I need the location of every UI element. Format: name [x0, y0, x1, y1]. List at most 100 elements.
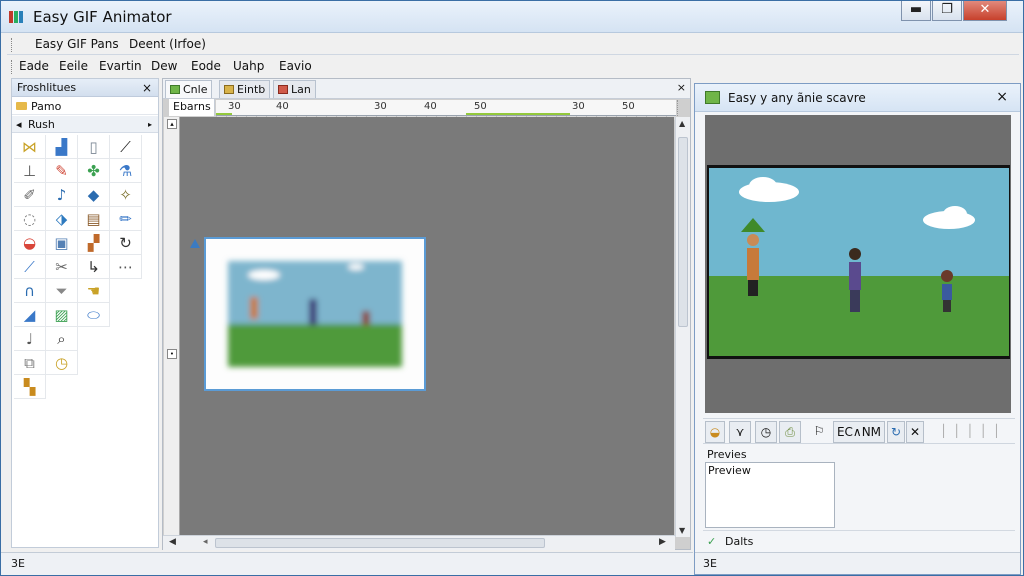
rotate-tool-icon[interactable]: ↻ [110, 231, 142, 255]
pane-row[interactable]: Pamo [12, 98, 158, 115]
toolbar-grip[interactable] [11, 38, 14, 52]
scroll-down-icon[interactable]: ▼ [679, 526, 685, 535]
preview-clock-icon[interactable]: ◷ [755, 421, 777, 443]
preview-trim-icon[interactable]: ⋎ [729, 421, 751, 443]
bucket-tool-icon[interactable]: ⬭ [78, 303, 110, 327]
frames-tool-icon[interactable]: ▚ [14, 375, 46, 399]
knife-tool-icon[interactable]: ⟋ [14, 255, 46, 279]
preview-status-text: 3E [703, 557, 717, 570]
eraser-tool-icon[interactable]: ◢ [14, 303, 46, 327]
marker-icon[interactable]: • [167, 349, 177, 359]
top-toolbar: Easy GIF Pans Deent (Irfoe) [7, 35, 1019, 55]
preview-controls-button[interactable]: EC∧NM [833, 421, 885, 443]
toolbar-item-deent[interactable]: Deent (Irfoe) [129, 37, 206, 51]
timer-tool-icon[interactable]: ◷ [46, 351, 78, 375]
editing-canvas[interactable]: ▴ • [164, 117, 674, 537]
toolbar-item-pans[interactable]: Easy GIF Pans [35, 37, 119, 51]
preview-text: Preview [708, 464, 751, 477]
scroll-stop-icon[interactable]: ◂ [203, 537, 208, 547]
menu-item[interactable]: Eode [191, 59, 221, 73]
note-tool-icon[interactable]: ♩ [14, 327, 46, 351]
image-tool-icon[interactable]: ▣ [46, 231, 78, 255]
zoom-tool-icon[interactable]: ⌕ [46, 327, 78, 351]
anchor-tool-icon[interactable]: ⊥ [14, 159, 46, 183]
pane-label: Pamo [31, 100, 62, 113]
tools-panel-title: Froshlitues [17, 81, 77, 94]
tab-cnle-icon [170, 85, 180, 94]
maximize-button[interactable]: ❐ [932, 1, 962, 21]
details-label[interactable]: Dalts [725, 535, 753, 548]
preview-flag-icon[interactable]: ⚐ [807, 421, 831, 443]
status-bar: 3E [1, 552, 693, 575]
gradient-tool-icon[interactable]: ▨ [46, 303, 78, 327]
transform-tool-icon[interactable]: ⬗ [46, 207, 78, 231]
preview-palette-icon[interactable]: ◒ [705, 421, 725, 443]
close-button[interactable]: ✕ [963, 1, 1007, 21]
crop-tool-icon[interactable]: ✂ [46, 255, 78, 279]
wand-tool-icon[interactable]: ✧ [110, 183, 142, 207]
menu-item[interactable]: Eavio [279, 59, 312, 73]
clone-tool-icon[interactable]: ⧉ [14, 351, 46, 375]
preview-scene-image [709, 168, 1009, 356]
menu-item[interactable]: Eeile [59, 59, 88, 73]
timeline-ruler[interactable]: 30 40 30 40 50 30 50 [216, 100, 676, 116]
tab-eintb[interactable]: Eintb [219, 80, 271, 98]
music-tool-icon[interactable]: ♪ [46, 183, 78, 207]
shape-tool-icon[interactable]: ◆ [78, 183, 110, 207]
tab-lan-icon [278, 85, 288, 94]
preview-title: Easy y any ãnie scavre [728, 91, 866, 105]
preview-export-icon[interactable]: ⎙ [779, 421, 801, 443]
text-tool-icon[interactable]: ▤ [78, 207, 110, 231]
preview-cancel-icon[interactable]: ✕ [906, 421, 924, 443]
pencil-tool-icon[interactable]: ✐ [14, 183, 46, 207]
brush-tool-icon[interactable]: ✏ [110, 207, 142, 231]
preview-text-box[interactable]: Preview [705, 462, 835, 528]
tab-lan[interactable]: Lan [273, 80, 316, 98]
scroll-up-icon[interactable]: ▲ [679, 119, 685, 128]
line-tool-icon[interactable]: ⟋ [110, 135, 142, 159]
brush-row[interactable]: ◂ Rush ▸ [12, 116, 158, 133]
scroll-right-icon[interactable]: ▶ [659, 537, 666, 547]
tab-cnle[interactable]: Cnle [165, 80, 213, 98]
preview-status-bar: 3E [695, 552, 1020, 574]
curve-tool-icon[interactable]: ↳ [78, 255, 110, 279]
minimize-button[interactable]: ▬ [901, 1, 931, 21]
tools-panel-close-icon[interactable]: × [142, 81, 152, 95]
magnet-tool-icon[interactable]: ∩ [14, 279, 46, 303]
dots-tool-icon[interactable]: ⋯ [110, 255, 142, 279]
hand-tool-icon[interactable]: ☚ [78, 279, 110, 303]
frame-thumbnail[interactable] [204, 237, 426, 391]
fill-tool-icon[interactable]: ✤ [78, 159, 110, 183]
pin-icon[interactable]: × [677, 81, 686, 94]
scroll-left-icon[interactable]: ◀ [169, 537, 176, 547]
h-scroll-thumb[interactable] [215, 538, 545, 548]
preview-separator: │││││ [939, 424, 1007, 438]
layers-tool-icon[interactable]: ▞ [78, 231, 110, 255]
canvas-vertical-scrollbar[interactable]: ▲ ▼ [675, 117, 690, 537]
palette-tool-icon[interactable]: ◒ [14, 231, 46, 255]
sprayer-tool-icon[interactable]: ⚗ [110, 159, 142, 183]
frame-marker-icon[interactable] [190, 239, 200, 248]
menu-item[interactable]: Eade [19, 59, 49, 73]
menu-item[interactable]: Uahp [233, 59, 264, 73]
menubar-grip[interactable] [11, 60, 14, 74]
menu-item[interactable]: Evartin [99, 59, 142, 73]
preview-refresh-icon[interactable]: ↻ [887, 421, 905, 443]
collapse-icon[interactable]: ▴ [167, 119, 177, 129]
lasso-tool-icon[interactable]: ◌ [14, 207, 46, 231]
brush-arrow-icon[interactable]: ▸ [148, 120, 152, 129]
funnel-tool-icon[interactable]: ⏷ [46, 279, 78, 303]
menu-item[interactable]: Dew [151, 59, 177, 73]
preview-window: Easy y any ãnie scavre × ◒ ⋎ ◷ ⎙ ⚐ EC∧NM… [694, 83, 1021, 575]
scroll-thumb[interactable] [678, 137, 688, 327]
document-tabs: Cnle Eintb Lan × [163, 79, 690, 99]
page-tool-icon[interactable]: ▯ [78, 135, 110, 159]
preview-close-icon[interactable]: × [996, 89, 1008, 105]
brush-toggle-icon[interactable]: ◂ [16, 118, 22, 131]
select-tool-icon[interactable]: ⋈ [14, 135, 46, 159]
pen-tool-icon[interactable]: ✎ [46, 159, 78, 183]
canvas-horizontal-scrollbar[interactable]: ◀ ◂ ▶ [163, 535, 675, 550]
tab-lan-label: Lan [291, 83, 311, 96]
move-tool-icon[interactable]: ▟ [46, 135, 78, 159]
check-icon: ✓ [707, 535, 717, 548]
